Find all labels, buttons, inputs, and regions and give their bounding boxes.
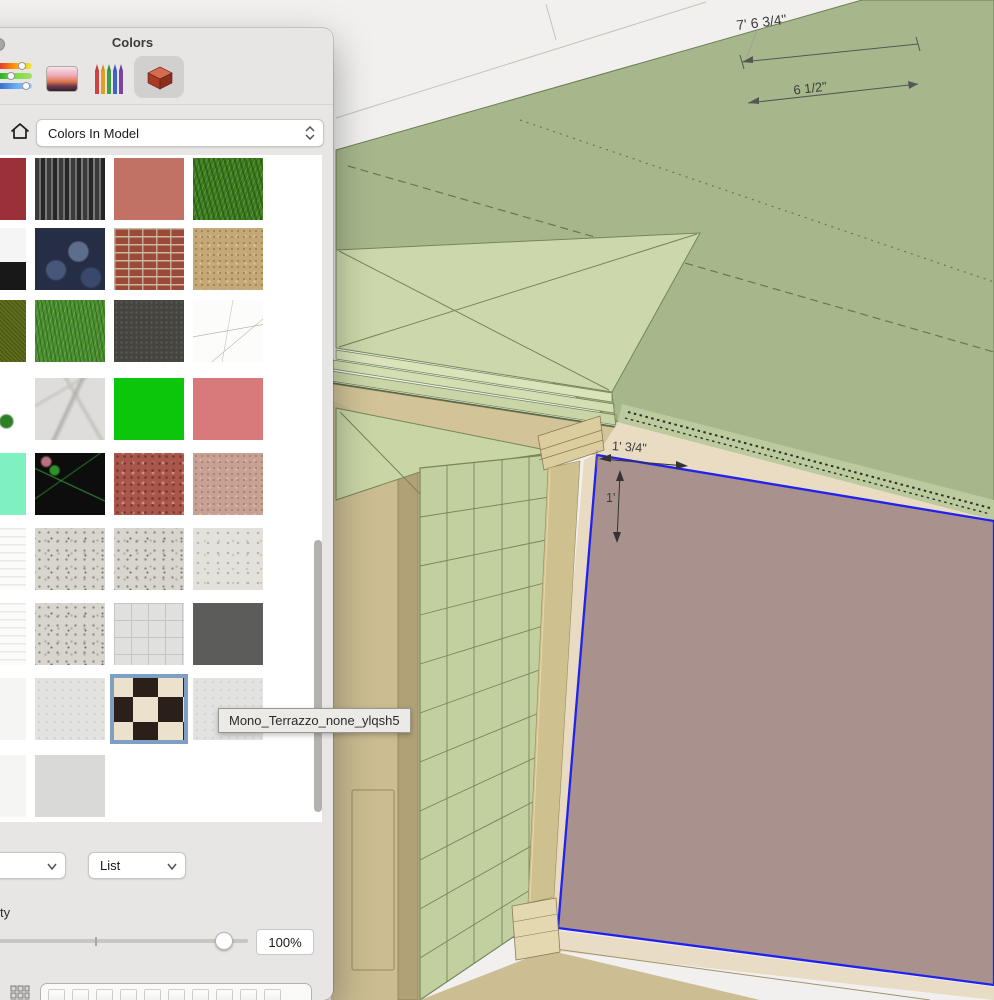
swatch-gray-light-a[interactable] bbox=[35, 678, 105, 740]
swatch-tooltip: Mono_Terrazzo_none_ylqsh5 bbox=[218, 708, 411, 733]
strip-swatch[interactable] bbox=[168, 989, 185, 1000]
swatch-terrazzo-b[interactable] bbox=[114, 528, 184, 590]
swatch-metal-siding[interactable] bbox=[35, 158, 105, 220]
chevron-up-down-icon bbox=[305, 126, 315, 140]
swatch-white-b[interactable] bbox=[0, 755, 26, 817]
swatch-photo-bw[interactable] bbox=[0, 228, 26, 290]
strip-swatch[interactable] bbox=[144, 989, 161, 1000]
swatch-green-bright[interactable] bbox=[114, 378, 184, 440]
palette-dropdown[interactable] bbox=[0, 852, 66, 879]
brick-icon bbox=[147, 66, 173, 90]
home-button[interactable] bbox=[10, 122, 32, 144]
texture-palettes-selected[interactable] bbox=[134, 56, 184, 98]
collection-dropdown[interactable]: Colors In Model bbox=[36, 119, 324, 147]
swatch-paper-b[interactable] bbox=[0, 603, 26, 665]
opacity-label: Opacity bbox=[0, 905, 11, 920]
swatch-terrazzo-d[interactable] bbox=[35, 603, 105, 665]
slider-track[interactable] bbox=[0, 939, 248, 943]
swatch-asphalt[interactable] bbox=[114, 300, 184, 362]
chevron-down-icon bbox=[47, 863, 57, 870]
scrollbar-thumb[interactable] bbox=[314, 540, 322, 812]
strip-swatch[interactable] bbox=[192, 989, 209, 1000]
swatch-grass-dark[interactable] bbox=[193, 158, 263, 220]
swatch-rose[interactable] bbox=[193, 378, 263, 440]
strip-swatch[interactable] bbox=[96, 989, 113, 1000]
swatch-stucco-pink[interactable] bbox=[193, 453, 263, 515]
strip-swatch[interactable] bbox=[120, 989, 137, 1000]
collection-dropdown-value: Colors In Model bbox=[48, 125, 140, 141]
chevron-down-icon bbox=[167, 863, 177, 870]
swatch-sand[interactable] bbox=[193, 228, 263, 290]
dimension-text: 1' 3/4" bbox=[612, 439, 648, 455]
swatch-aquamarine[interactable] bbox=[0, 453, 26, 515]
swatch-branches[interactable] bbox=[193, 300, 263, 362]
colors-panel: Colors Colors In Model List ty 100% bbox=[0, 28, 333, 1000]
palette-grid-icon[interactable] bbox=[10, 985, 30, 1000]
swatch-grass-bright[interactable] bbox=[35, 300, 105, 362]
swatch-salmon[interactable] bbox=[114, 158, 184, 220]
strip-swatch[interactable] bbox=[48, 989, 65, 1000]
swatch-photo-people[interactable] bbox=[35, 228, 105, 290]
opacity-value-field[interactable]: 100% bbox=[256, 929, 314, 955]
swatch-mono-terrazzo[interactable] bbox=[110, 674, 188, 744]
view-mode-dropdown[interactable]: List bbox=[88, 852, 186, 879]
panel-titlebar[interactable]: Colors bbox=[0, 28, 333, 56]
swatch-night-foliage[interactable] bbox=[35, 453, 105, 515]
swatch-foliage-sparse[interactable] bbox=[0, 378, 26, 440]
strip-swatch[interactable] bbox=[216, 989, 233, 1000]
swatch-red[interactable] bbox=[0, 158, 26, 220]
color-sliders-icon[interactable] bbox=[0, 62, 34, 92]
swatch-paper-a[interactable] bbox=[0, 528, 26, 590]
panel-title: Colors bbox=[111, 35, 154, 50]
swatch-moss[interactable] bbox=[0, 300, 26, 362]
strip-swatch[interactable] bbox=[72, 989, 89, 1000]
color-pencils-icon[interactable] bbox=[93, 62, 123, 96]
strip-swatch[interactable] bbox=[264, 989, 281, 1000]
slider-thumb[interactable] bbox=[215, 932, 233, 950]
swatch-white-a[interactable] bbox=[0, 678, 26, 740]
selected-face[interactable] bbox=[556, 453, 994, 987]
mode-toolbar bbox=[0, 54, 333, 105]
swatch-tile-white[interactable] bbox=[114, 603, 184, 665]
swatch-terrazzo-c[interactable] bbox=[193, 528, 263, 590]
swatch-terrazzo-a[interactable] bbox=[35, 528, 105, 590]
image-palettes-icon[interactable] bbox=[46, 66, 78, 92]
view-mode-dropdown-value: List bbox=[100, 858, 121, 873]
slider-tick bbox=[95, 937, 97, 946]
swatch-gravel-red[interactable] bbox=[114, 453, 184, 515]
dimension-text: 1' bbox=[606, 491, 615, 505]
swatch-gray-dark[interactable] bbox=[193, 603, 263, 665]
opacity-slider[interactable] bbox=[0, 931, 248, 951]
close-button[interactable] bbox=[0, 38, 5, 51]
strip-swatch[interactable] bbox=[240, 989, 257, 1000]
recent-swatches-strip bbox=[40, 983, 312, 1000]
swatch-marble[interactable] bbox=[35, 378, 105, 440]
swatch-brick-red[interactable] bbox=[114, 228, 184, 290]
swatch-gray-light-c[interactable] bbox=[35, 755, 105, 817]
